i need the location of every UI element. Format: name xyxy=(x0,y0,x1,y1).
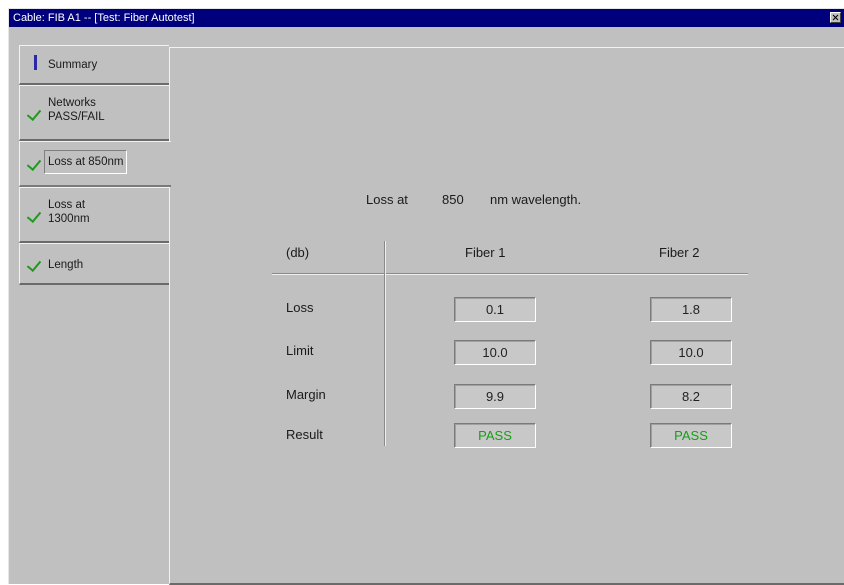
heading-wavelength-value: 850 xyxy=(442,192,464,207)
result-fiber-2-status: PASS xyxy=(650,423,732,448)
margin-fiber-2-value: 8.2 xyxy=(650,384,732,409)
window-title: Cable: FIB A1 -- [Test: Fiber Autotest] xyxy=(13,12,195,24)
row-label-result: Result xyxy=(286,427,323,442)
tab-loss-1300-label: Loss at 1300nm xyxy=(48,199,90,225)
column-header-fiber-2: Fiber 2 xyxy=(659,245,700,260)
tab-loss-1300nm[interactable]: Loss at 1300nm xyxy=(19,187,169,243)
unit-header: (db) xyxy=(286,245,310,260)
tab-length[interactable]: Length xyxy=(19,243,169,285)
row-label-loss: Loss xyxy=(286,300,314,315)
column-divider xyxy=(384,241,386,446)
result-fiber-1-status: PASS xyxy=(454,423,536,448)
close-icon[interactable] xyxy=(830,12,841,23)
info-icon xyxy=(34,55,37,70)
test-results-window: Cable: FIB A1 -- [Test: Fiber Autotest] … xyxy=(8,8,844,585)
row-label-margin: Margin xyxy=(286,387,326,402)
title-bar[interactable]: Cable: FIB A1 -- [Test: Fiber Autotest] xyxy=(9,9,844,27)
tab-loss-850nm[interactable]: Loss at 850nm xyxy=(19,141,171,187)
loss-fiber-2-value: 1.8 xyxy=(650,297,732,322)
margin-fiber-1-value: 9.9 xyxy=(454,384,536,409)
tab-summary-label: Summary xyxy=(48,59,98,71)
check-icon xyxy=(26,257,42,273)
check-icon xyxy=(26,208,42,224)
header-divider xyxy=(272,273,748,275)
tab-summary[interactable]: Summary xyxy=(19,45,169,85)
tab-loss-850-label: Loss at 850nm xyxy=(44,150,128,174)
tab-networks-pass-fail[interactable]: Networks PASS/FAIL xyxy=(19,85,169,141)
tab-networks-label: Networks PASS/FAIL xyxy=(48,97,105,123)
column-header-fiber-1: Fiber 1 xyxy=(465,245,506,260)
limit-fiber-1-value: 10.0 xyxy=(454,340,536,365)
heading-suffix: nm wavelength. xyxy=(490,192,582,207)
limit-fiber-2-value: 10.0 xyxy=(650,340,732,365)
loss-fiber-1-value: 0.1 xyxy=(454,297,536,322)
loss-850nm-panel: Loss at 850 nm wavelength. (db) Fiber 1 … xyxy=(169,47,844,585)
check-icon xyxy=(26,156,42,172)
heading-prefix: Loss at xyxy=(366,192,408,207)
tab-length-label: Length xyxy=(48,259,84,271)
check-icon xyxy=(26,106,42,122)
row-label-limit: Limit xyxy=(286,343,314,358)
